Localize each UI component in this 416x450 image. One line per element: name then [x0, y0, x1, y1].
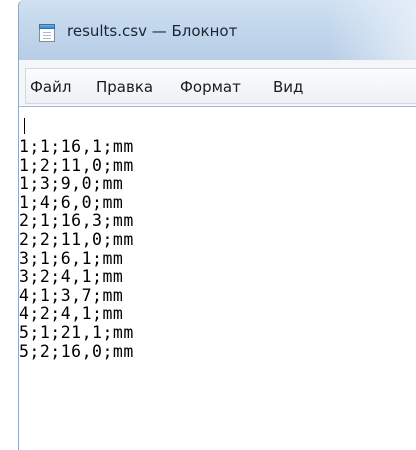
text-line: 2;2;11,0;mm — [19, 229, 134, 249]
menu-item-format[interactable]: Формат — [180, 78, 241, 96]
window-title: results.csv — Блокнот — [67, 22, 238, 40]
text-line: 1;2;11,0;mm — [19, 155, 134, 175]
notepad-icon[interactable] — [39, 24, 55, 42]
title-bar[interactable]: results.csv — Блокнот — [18, 0, 416, 60]
menu-item-edit[interactable]: Правка — [96, 78, 153, 96]
editor-text[interactable]: 1;1;16,1;mm 1;2;11,0;mm 1;3;9,0;mm 1;4;6… — [19, 137, 134, 361]
notepad-window: results.csv — Блокнот Файл Правка Формат… — [0, 0, 416, 450]
text-line: 3;2;4,1;mm — [19, 267, 124, 287]
text-line: 4;1;3,7;mm — [19, 285, 124, 305]
text-line: 1;1;16,1;mm — [19, 137, 134, 156]
text-line: 5;1;21,1;mm — [19, 322, 134, 342]
menu-item-view[interactable]: Вид — [273, 78, 303, 96]
text-caret — [24, 118, 25, 134]
menu-item-file[interactable]: Файл — [30, 78, 71, 96]
text-line: 2;1;16,3;mm — [19, 211, 134, 231]
text-line: 1;3;9,0;mm — [19, 174, 124, 194]
text-line: 1;4;6,0;mm — [19, 192, 124, 212]
text-line: 4;2;4,1;mm — [19, 304, 124, 324]
text-line: 5;2;16,0;mm — [19, 341, 134, 361]
text-line: 3;1;6,1;mm — [19, 248, 124, 268]
